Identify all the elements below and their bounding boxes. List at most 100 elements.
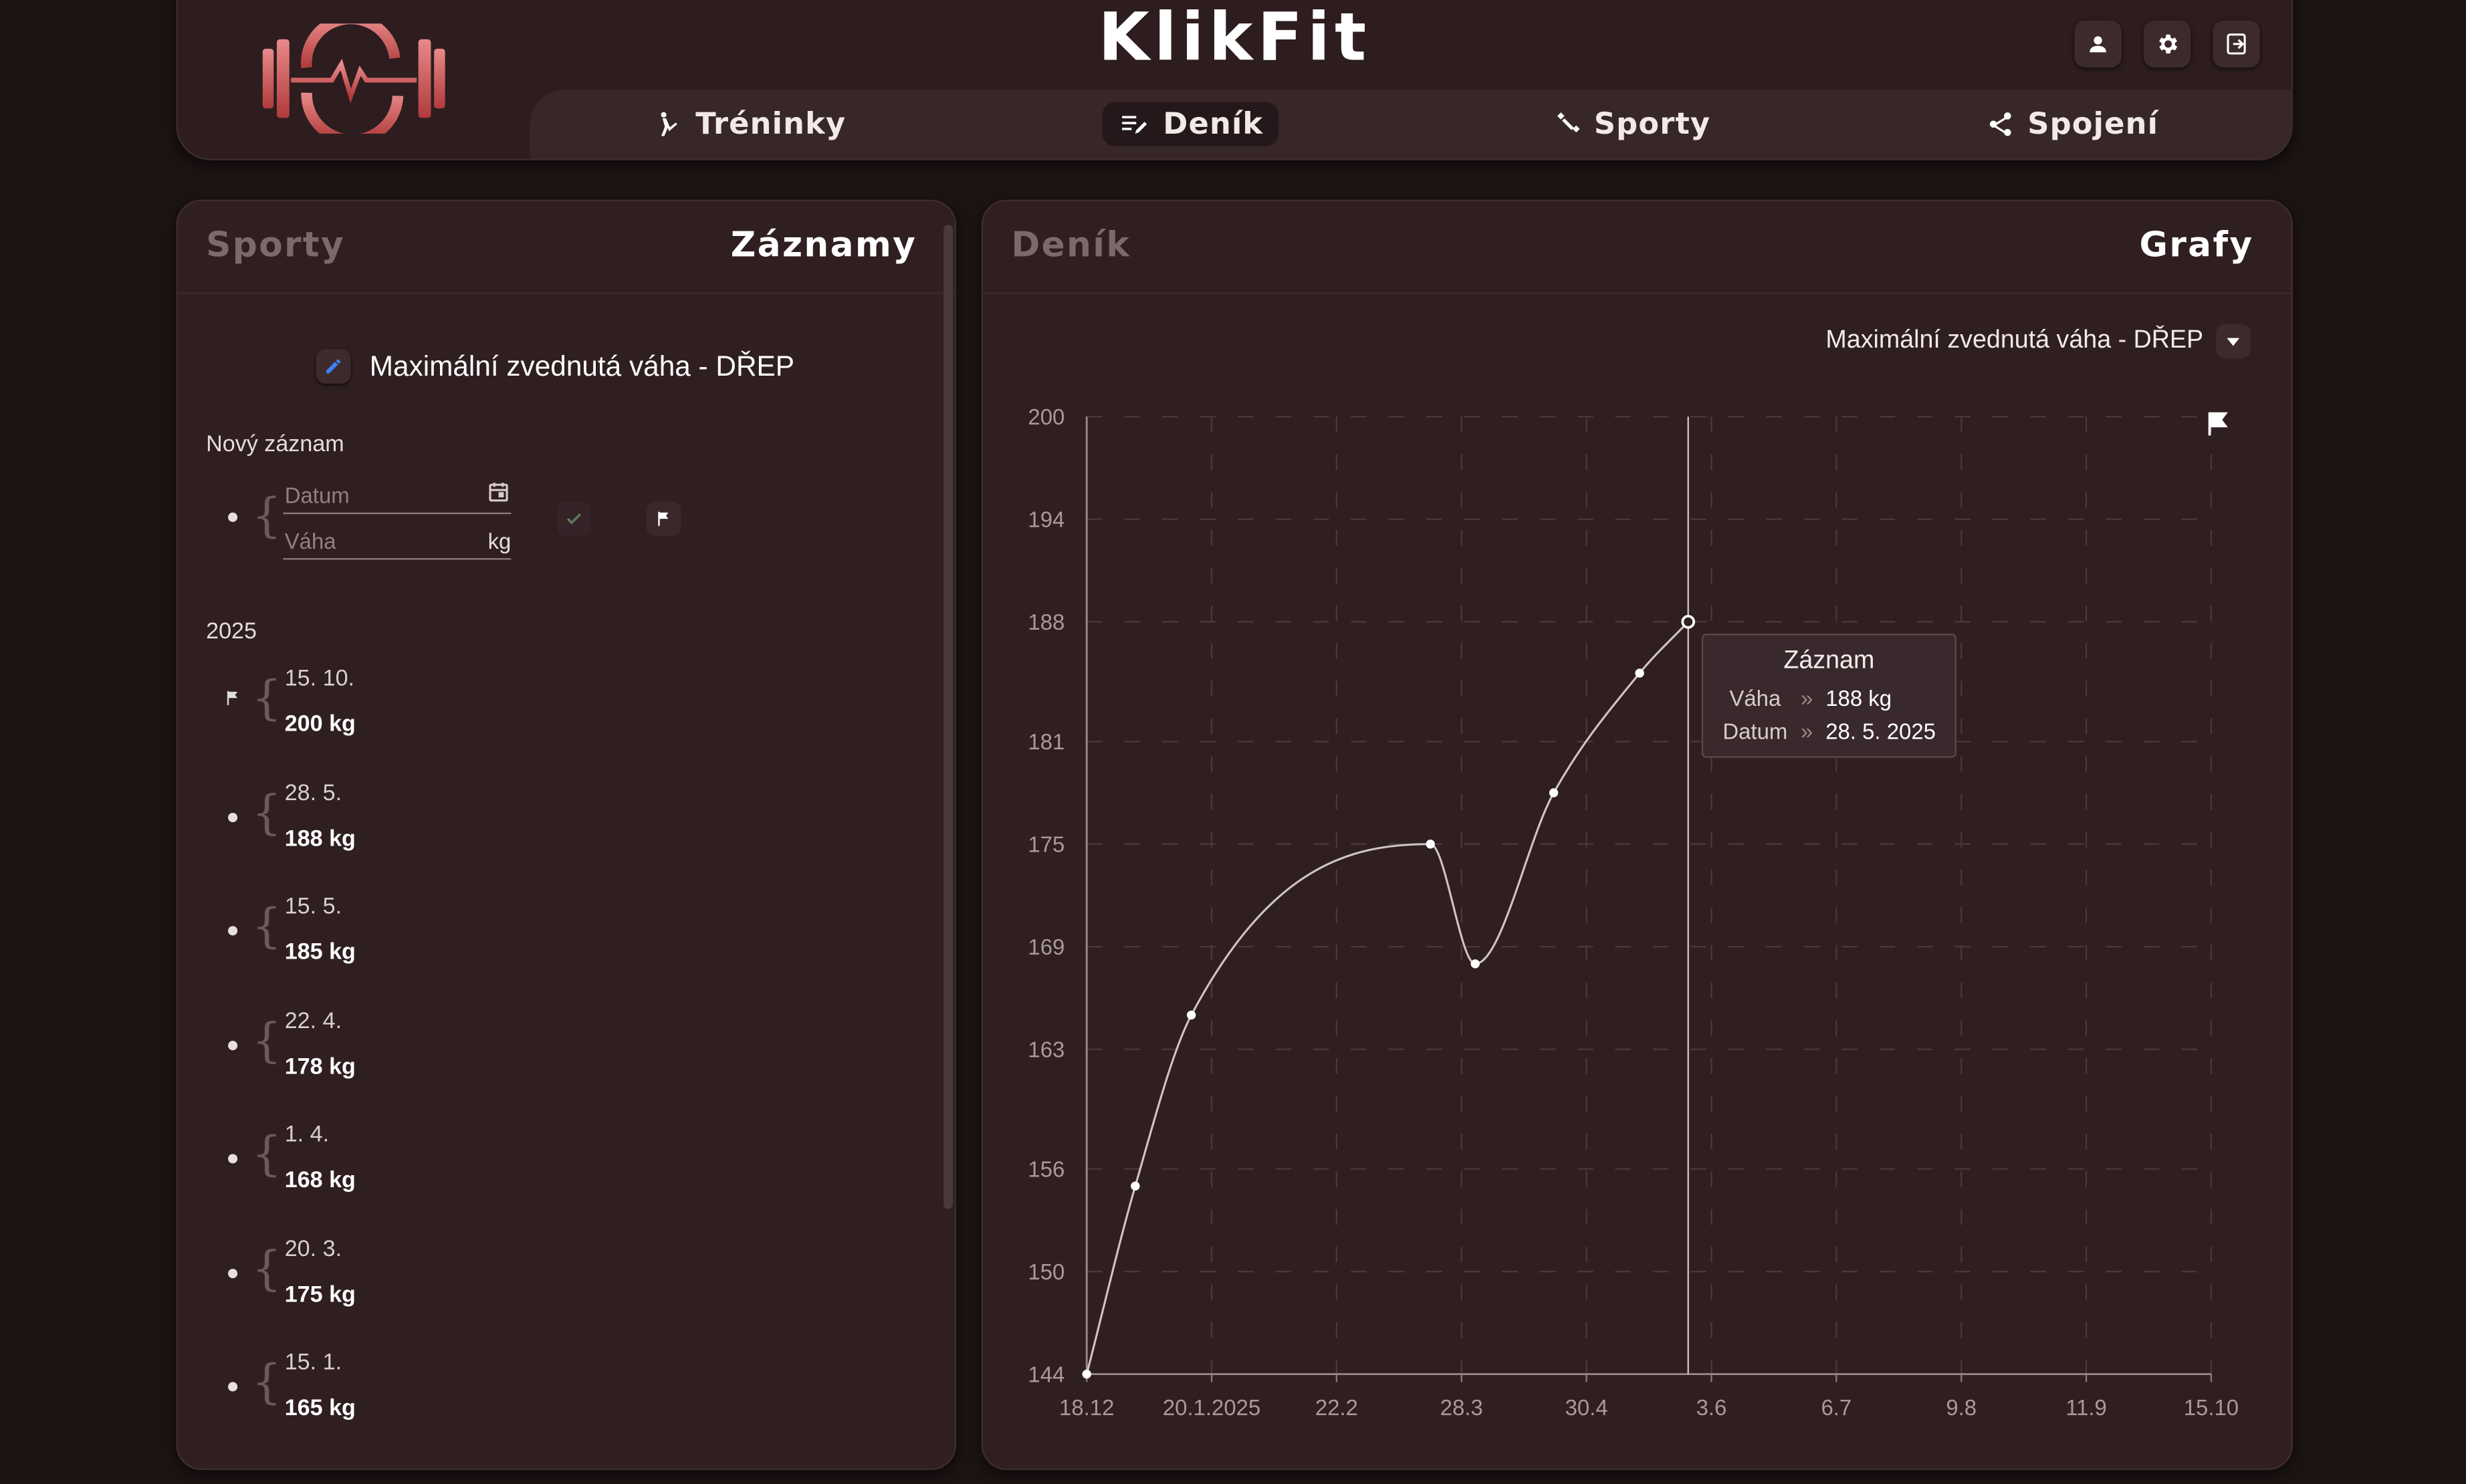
new-entry-label: Nový záznam — [206, 432, 344, 458]
data-point — [1681, 614, 1696, 629]
tooltip-weight-value: 188 kg — [1825, 685, 1892, 711]
entry-value: 175 kg — [284, 1282, 356, 1308]
y-tick-label: 163 — [1028, 1037, 1064, 1062]
brace: { — [251, 1127, 282, 1183]
y-tick-label: 144 — [1028, 1362, 1064, 1386]
tooltip-date-label: Datum — [1722, 718, 1788, 744]
x-tick-label: 22.2 — [1315, 1395, 1358, 1420]
nav-denik[interactable]: Deník — [971, 102, 1412, 146]
date-placeholder: Datum — [284, 483, 350, 508]
y-tick-label: 150 — [1028, 1259, 1064, 1284]
logout-icon[interactable] — [2213, 20, 2260, 68]
entry-value: 200 kg — [284, 712, 356, 738]
y-tick-label: 194 — [1028, 507, 1064, 532]
nav-label: Spojení — [2027, 106, 2159, 142]
x-tick-label: 6.7 — [1821, 1395, 1852, 1420]
entry-date: 28. 5. — [284, 780, 342, 806]
charts-panel: Deník Grafy Maximální zvednutá váha - DŘ… — [981, 199, 2293, 1471]
year-heading: 2025 — [206, 619, 257, 645]
edit-sport-button[interactable] — [316, 349, 351, 384]
bullet — [228, 1267, 238, 1277]
tooltip-separator: » — [1801, 685, 1813, 711]
x-tick-label: 28.3 — [1440, 1395, 1483, 1420]
entry-value: 188 kg — [284, 826, 356, 852]
y-tick-label: 156 — [1028, 1156, 1064, 1181]
entry-value: 178 kg — [284, 1054, 356, 1080]
records-panel: Sporty Záznamy Maximální zvednutá váha -… — [176, 199, 957, 1471]
brace: { — [251, 899, 282, 955]
entry-date: 15. 1. — [284, 1350, 342, 1376]
brace: { — [251, 1241, 282, 1297]
tab-zaznamy[interactable]: Záznamy — [731, 227, 917, 266]
pencil-icon — [326, 359, 341, 374]
data-point — [1082, 1369, 1091, 1379]
weight-unit: kg — [487, 528, 512, 553]
entry-value: 165 kg — [284, 1396, 356, 1422]
tooltip-separator: » — [1801, 718, 1813, 744]
nav-label: Tréninky — [695, 106, 847, 142]
scrollbar[interactable] — [943, 225, 954, 1209]
data-point — [1186, 1010, 1196, 1020]
entry-value: 168 kg — [284, 1168, 356, 1194]
data-point — [1470, 959, 1480, 969]
check-icon — [566, 513, 582, 525]
x-tick-label: 15.10 — [2184, 1395, 2239, 1420]
entry-date: 15. 5. — [284, 894, 342, 920]
x-tick-label: 20.1.2025 — [1163, 1395, 1260, 1420]
series-line — [1085, 621, 1689, 1375]
brace: { — [251, 489, 282, 544]
nav-spojeni[interactable]: Spojení — [1852, 107, 2293, 142]
entry-date: 1. 4. — [284, 1122, 330, 1148]
bullet — [228, 1382, 238, 1392]
x-tick-label: 18.12 — [1059, 1395, 1114, 1420]
main-nav: Tréninky Deník Sporty Spojení — [530, 90, 2293, 159]
data-point — [1635, 668, 1644, 678]
app-title: KlikFit — [1098, 0, 1371, 76]
y-tick-label: 169 — [1028, 935, 1064, 959]
sport-title: Maximální zvednutá váha - DŘEP — [369, 350, 795, 382]
bullet — [228, 1154, 238, 1164]
flag-icon — [227, 691, 238, 705]
date-field[interactable]: Datum — [283, 478, 512, 515]
confirm-button[interactable] — [556, 501, 592, 537]
y-tick-label: 175 — [1028, 832, 1064, 856]
data-point — [1549, 788, 1559, 797]
nav-treninky[interactable]: Tréninky — [530, 107, 971, 142]
weight-field[interactable]: Váha kg — [283, 523, 512, 560]
entry-date: 20. 3. — [284, 1236, 342, 1262]
x-tick-label: 3.6 — [1696, 1395, 1727, 1420]
bullet — [228, 926, 238, 936]
journal-edit-icon — [1123, 116, 1148, 134]
y-tick-label: 200 — [1028, 404, 1064, 429]
y-tick-label: 188 — [1028, 610, 1064, 634]
brace: { — [251, 1013, 282, 1069]
brace: { — [251, 785, 282, 841]
x-tick-label: 30.4 — [1565, 1395, 1608, 1420]
entry-value: 185 kg — [284, 940, 356, 966]
dumbbell-icon — [1556, 112, 1579, 133]
x-tick-label: 9.8 — [1946, 1395, 1977, 1420]
user-icon[interactable] — [2074, 20, 2122, 68]
tooltip-title: Záznam — [1783, 648, 1875, 675]
data-point — [1131, 1181, 1140, 1191]
kick-icon — [661, 112, 678, 136]
bullet — [228, 812, 238, 822]
brace: { — [251, 671, 282, 727]
flag-icon — [658, 511, 669, 526]
weight-placeholder: Váha — [284, 528, 336, 553]
goal-flag-button[interactable] — [646, 501, 681, 537]
x-tick-label: 11.9 — [2065, 1395, 2107, 1420]
entry-date: 15. 10. — [284, 666, 355, 692]
calendar-icon[interactable] — [486, 479, 512, 505]
data-point — [1426, 840, 1435, 849]
nav-sporty[interactable]: Sporty — [1412, 107, 1852, 142]
nav-label: Deník — [1163, 106, 1264, 142]
brace: { — [251, 1355, 282, 1410]
entry-date: 22. 4. — [284, 1008, 342, 1034]
share-icon — [1990, 112, 2012, 136]
nav-label: Sporty — [1593, 106, 1711, 142]
bullet — [228, 512, 238, 522]
gear-icon[interactable] — [2143, 20, 2191, 68]
line-chart: 144 150 156 163 169 175 181 188 194 200 18.12 20.1.… — [1028, 404, 2239, 1420]
tab-sporty[interactable]: Sporty — [206, 227, 345, 266]
